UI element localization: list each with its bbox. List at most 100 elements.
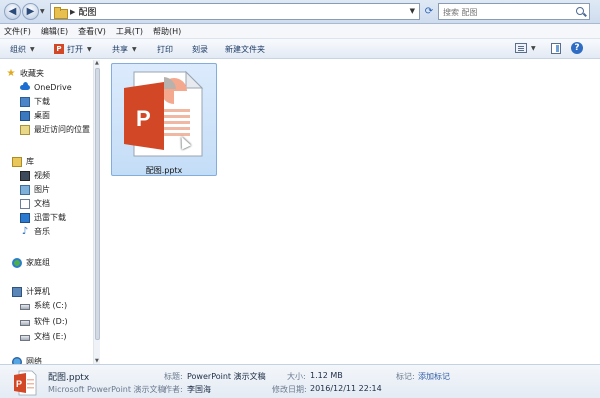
navigation-scrollbar[interactable]: ▲ ▼: [93, 60, 100, 364]
nav-label: 收藏夹: [20, 69, 44, 78]
nav-item-computer[interactable]: 计算机: [12, 286, 50, 297]
menu-bar: 文件(F) 编辑(E) 查看(V) 工具(T) 帮助(H): [0, 24, 600, 39]
nav-label: 图片: [34, 185, 50, 194]
chevron-down-icon: ▼: [132, 45, 137, 53]
nav-item-drive-e[interactable]: 文档 (E:): [20, 331, 67, 342]
drive-icon: [20, 303, 30, 310]
address-field[interactable]: ▶ 配图 ▼: [50, 3, 420, 20]
nav-label: 最近访问的位置: [34, 125, 90, 134]
svg-text:P: P: [16, 379, 22, 389]
recent-pages-chevron-icon[interactable]: ▼: [40, 8, 45, 15]
new-folder-button[interactable]: 新建文件夹: [225, 42, 265, 56]
nav-label: 家庭组: [26, 258, 50, 267]
nav-label: 文档 (E:): [34, 332, 67, 341]
nav-item-recent[interactable]: 最近访问的位置: [20, 124, 90, 135]
nav-item-homegroup[interactable]: 家庭组: [12, 257, 50, 268]
homegroup-icon: [12, 257, 22, 268]
details-tags-label: 标记:: [396, 372, 415, 381]
scroll-up-icon[interactable]: ▲: [95, 60, 99, 66]
help-icon[interactable]: ?: [571, 42, 583, 54]
library-icon: [12, 156, 22, 167]
nav-item-drive-d[interactable]: 软件 (D:): [20, 316, 68, 327]
details-title-label: 标题:: [164, 372, 183, 381]
burn-button[interactable]: 刻录: [192, 42, 208, 56]
nav-label: OneDrive: [34, 82, 72, 92]
nav-label: 音乐: [34, 227, 50, 236]
nav-item-libraries[interactable]: 库: [12, 156, 34, 167]
back-button[interactable]: ◀: [4, 3, 21, 20]
preview-pane-icon[interactable]: [551, 43, 561, 54]
network-icon: [12, 356, 22, 364]
nav-item-favorites[interactable]: ★ 收藏夹: [6, 68, 44, 79]
file-name: 配图.pptx: [145, 166, 183, 175]
nav-item-documents[interactable]: 文档: [20, 198, 50, 209]
nav-item-pictures[interactable]: 图片: [20, 184, 50, 195]
thunder-download-icon: [20, 212, 30, 223]
change-view-icon[interactable]: [515, 43, 527, 53]
menu-file[interactable]: 文件(F): [4, 26, 31, 37]
scrollbar-thumb[interactable]: [95, 68, 100, 340]
nav-item-music[interactable]: ♪ 音乐: [20, 226, 50, 237]
nav-item-desktop[interactable]: 桌面: [20, 110, 50, 121]
breadcrumb-chevron-icon[interactable]: ▶: [70, 8, 75, 16]
nav-item-onedrive[interactable]: OneDrive: [20, 82, 72, 92]
search-input[interactable]: [443, 5, 571, 19]
details-size-value: 1.12 MB: [310, 371, 343, 380]
refresh-icon[interactable]: ⟳: [422, 3, 436, 20]
details-tags-value[interactable]: 添加标记: [418, 371, 450, 382]
powerpoint-icon: P: [54, 44, 64, 54]
organize-button[interactable]: 组织 ▼: [10, 42, 35, 56]
nav-label: 库: [26, 157, 34, 166]
nav-label: 迅雷下载: [34, 213, 66, 222]
open-button[interactable]: P 打开 ▼: [54, 42, 92, 56]
search-icon[interactable]: [576, 7, 584, 15]
details-size-label: 大小:: [287, 372, 306, 381]
nav-item-videos[interactable]: 视频: [20, 170, 50, 181]
details-file-name: 配图.pptx: [48, 373, 90, 383]
arrow-left-icon: ◀: [8, 6, 17, 17]
pictures-library-icon: [20, 184, 30, 195]
nav-label: 系统 (C:): [34, 301, 68, 310]
menu-help[interactable]: 帮助(H): [153, 26, 181, 37]
drive-icon: [20, 319, 30, 326]
nav-label: 计算机: [26, 287, 50, 296]
drive-icon: [20, 334, 30, 341]
breadcrumb-current[interactable]: 配图: [78, 5, 96, 18]
forward-button[interactable]: ▶: [22, 3, 39, 20]
new-folder-label: 新建文件夹: [225, 44, 265, 54]
music-note-icon: ♪: [21, 225, 29, 237]
navigation-pane: ★ 收藏夹 OneDrive 下载 桌面 最近访问的位置 库 视频 图片 文档 …: [0, 60, 93, 364]
nav-item-downloads[interactable]: 下载: [20, 96, 50, 107]
view-options-chevron-icon[interactable]: ▼: [531, 45, 536, 52]
nav-label: 文档: [34, 199, 50, 208]
file-item-pptx[interactable]: P 配图.pptx: [111, 63, 217, 176]
chevron-down-icon: ▼: [30, 45, 35, 53]
search-box[interactable]: [438, 3, 590, 20]
menu-view[interactable]: 查看(V): [78, 26, 106, 37]
print-button[interactable]: 打印: [157, 42, 173, 56]
share-label: 共享: [112, 44, 128, 54]
details-title-value[interactable]: PowerPoint 演示文稿: [187, 371, 266, 382]
details-author-value[interactable]: 李国海: [187, 384, 211, 395]
nav-item-drive-c[interactable]: 系统 (C:): [20, 300, 67, 311]
print-label: 打印: [157, 44, 173, 54]
menu-tools[interactable]: 工具(T): [116, 26, 143, 37]
organize-label: 组织: [10, 44, 26, 54]
menu-edit[interactable]: 编辑(E): [41, 26, 68, 37]
documents-library-icon: [20, 198, 30, 209]
details-modified-label: 修改日期:: [272, 385, 307, 394]
nav-item-network[interactable]: 网络: [12, 356, 42, 364]
address-dropdown-icon[interactable]: ▼: [410, 7, 415, 15]
nav-label: 软件 (D:): [34, 317, 68, 326]
details-modified-value: 2016/12/11 22:14: [310, 384, 382, 393]
details-pane: P 配图.pptx Microsoft PowerPoint 演示文稿 标题: …: [0, 364, 600, 398]
nav-label: 网络: [26, 357, 42, 364]
command-bar: 组织 ▼ P 打开 ▼ 共享 ▼ 打印 刻录 新建文件夹 ▼ ?: [0, 39, 600, 59]
nav-label: 视频: [34, 171, 50, 180]
star-icon: ★: [6, 67, 16, 79]
video-library-icon: [20, 170, 30, 181]
share-button[interactable]: 共享 ▼: [112, 42, 137, 56]
nav-item-thunder[interactable]: 迅雷下载: [20, 212, 66, 223]
nav-label: 下载: [34, 97, 50, 106]
downloads-folder-icon: [20, 96, 30, 107]
